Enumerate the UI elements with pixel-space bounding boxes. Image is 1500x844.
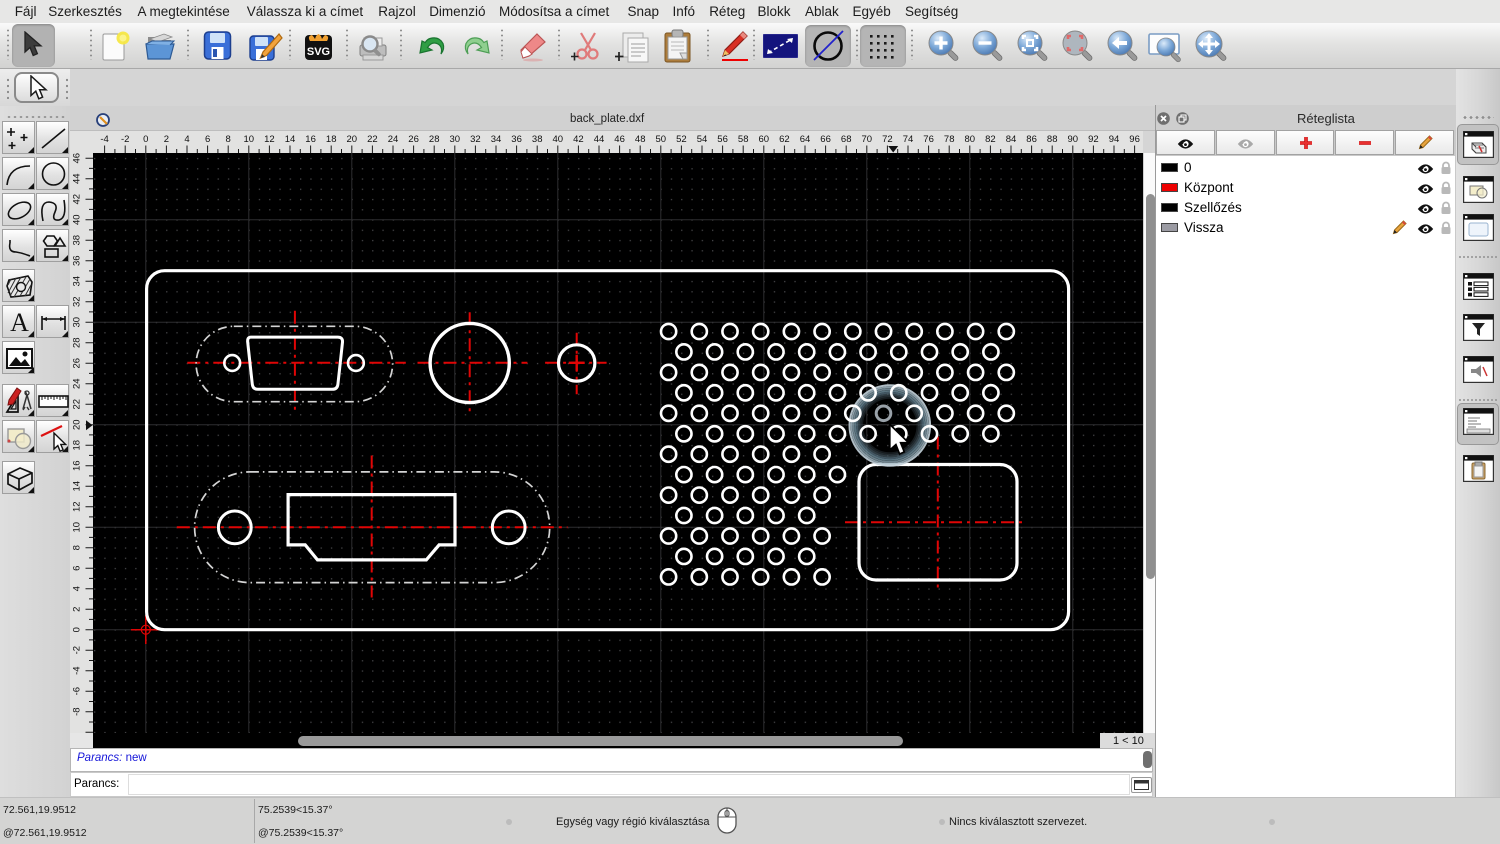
svg-text:24: 24 bbox=[72, 378, 83, 389]
svg-text:10: 10 bbox=[244, 134, 255, 145]
svg-text:70: 70 bbox=[862, 134, 873, 145]
svg-text:30: 30 bbox=[72, 316, 83, 327]
svg-text:-4: -4 bbox=[100, 134, 108, 145]
svg-text:-4: -4 bbox=[72, 666, 83, 674]
svg-text:66: 66 bbox=[820, 134, 831, 145]
svg-text:-2: -2 bbox=[121, 134, 129, 145]
svg-text:-6: -6 bbox=[72, 686, 83, 694]
svg-text:76: 76 bbox=[923, 134, 934, 145]
svg-text:34: 34 bbox=[491, 134, 502, 145]
svg-text:40: 40 bbox=[553, 134, 564, 145]
svg-text:74: 74 bbox=[903, 134, 914, 145]
svg-text:56: 56 bbox=[717, 134, 728, 145]
svg-text:4: 4 bbox=[72, 586, 83, 591]
svg-text:22: 22 bbox=[72, 398, 83, 409]
svg-text:42: 42 bbox=[573, 134, 584, 145]
svg-text:2: 2 bbox=[164, 134, 169, 145]
svg-text:72: 72 bbox=[882, 134, 893, 145]
svg-text:0: 0 bbox=[143, 134, 148, 145]
svg-text:44: 44 bbox=[594, 134, 605, 145]
svg-text:-2: -2 bbox=[72, 645, 83, 653]
svg-text:20: 20 bbox=[347, 134, 358, 145]
svg-text:28: 28 bbox=[429, 134, 440, 145]
svg-text:A: A bbox=[10, 308, 29, 337]
svg-text:68: 68 bbox=[841, 134, 852, 145]
svg-text:6: 6 bbox=[72, 565, 83, 570]
svg-text:14: 14 bbox=[72, 480, 83, 491]
svg-text:52: 52 bbox=[676, 134, 687, 145]
svg-text:36: 36 bbox=[72, 255, 83, 266]
svg-text:24: 24 bbox=[388, 134, 399, 145]
svg-text:58: 58 bbox=[738, 134, 749, 145]
svg-text:8: 8 bbox=[72, 545, 83, 550]
svg-text:50: 50 bbox=[656, 134, 667, 145]
svg-text:10: 10 bbox=[72, 521, 83, 532]
svg-text:34: 34 bbox=[72, 275, 83, 286]
svg-text:42: 42 bbox=[72, 193, 83, 204]
svg-text:16: 16 bbox=[72, 460, 83, 471]
svg-text:30: 30 bbox=[450, 134, 461, 145]
svg-text:4: 4 bbox=[184, 134, 189, 145]
svg-text:44: 44 bbox=[72, 173, 83, 184]
svg-text:60: 60 bbox=[759, 134, 770, 145]
svg-text:38: 38 bbox=[72, 234, 83, 245]
svg-text:46: 46 bbox=[614, 134, 625, 145]
svg-text:62: 62 bbox=[779, 134, 790, 145]
svg-text:92: 92 bbox=[1088, 134, 1099, 145]
svg-text:90: 90 bbox=[1068, 134, 1079, 145]
svg-text:18: 18 bbox=[72, 439, 83, 450]
svg-text:28: 28 bbox=[72, 337, 83, 348]
svg-text:16: 16 bbox=[305, 134, 316, 145]
svg-text:2: 2 bbox=[72, 606, 83, 611]
svg-text:80: 80 bbox=[965, 134, 976, 145]
svg-text:SVG: SVG bbox=[307, 46, 330, 58]
svg-text:36: 36 bbox=[511, 134, 522, 145]
svg-text:20: 20 bbox=[72, 419, 83, 430]
svg-text:32: 32 bbox=[470, 134, 481, 145]
svg-text:78: 78 bbox=[944, 134, 955, 145]
svg-text:82: 82 bbox=[985, 134, 996, 145]
svg-text:46: 46 bbox=[72, 152, 83, 163]
svg-text:38: 38 bbox=[532, 134, 543, 145]
svg-text:26: 26 bbox=[408, 134, 419, 145]
svg-text:40: 40 bbox=[72, 214, 83, 225]
svg-text:96: 96 bbox=[1129, 134, 1140, 145]
svg-text:88: 88 bbox=[1047, 134, 1058, 145]
svg-text:94: 94 bbox=[1109, 134, 1120, 145]
svg-text:48: 48 bbox=[635, 134, 646, 145]
svg-text:22: 22 bbox=[367, 134, 378, 145]
svg-text:12: 12 bbox=[264, 134, 275, 145]
svg-text:6: 6 bbox=[205, 134, 210, 145]
svg-text:12: 12 bbox=[72, 501, 83, 512]
svg-text:8: 8 bbox=[226, 134, 231, 145]
svg-text:26: 26 bbox=[72, 357, 83, 368]
svg-text:54: 54 bbox=[697, 134, 708, 145]
svg-text:32: 32 bbox=[72, 296, 83, 307]
svg-text:86: 86 bbox=[1026, 134, 1037, 145]
svg-text:84: 84 bbox=[1006, 134, 1017, 145]
svg-text:14: 14 bbox=[285, 134, 296, 145]
svg-text:64: 64 bbox=[800, 134, 811, 145]
svg-text:18: 18 bbox=[326, 134, 337, 145]
svg-text:0: 0 bbox=[72, 627, 83, 632]
svg-text:-8: -8 bbox=[72, 707, 83, 715]
